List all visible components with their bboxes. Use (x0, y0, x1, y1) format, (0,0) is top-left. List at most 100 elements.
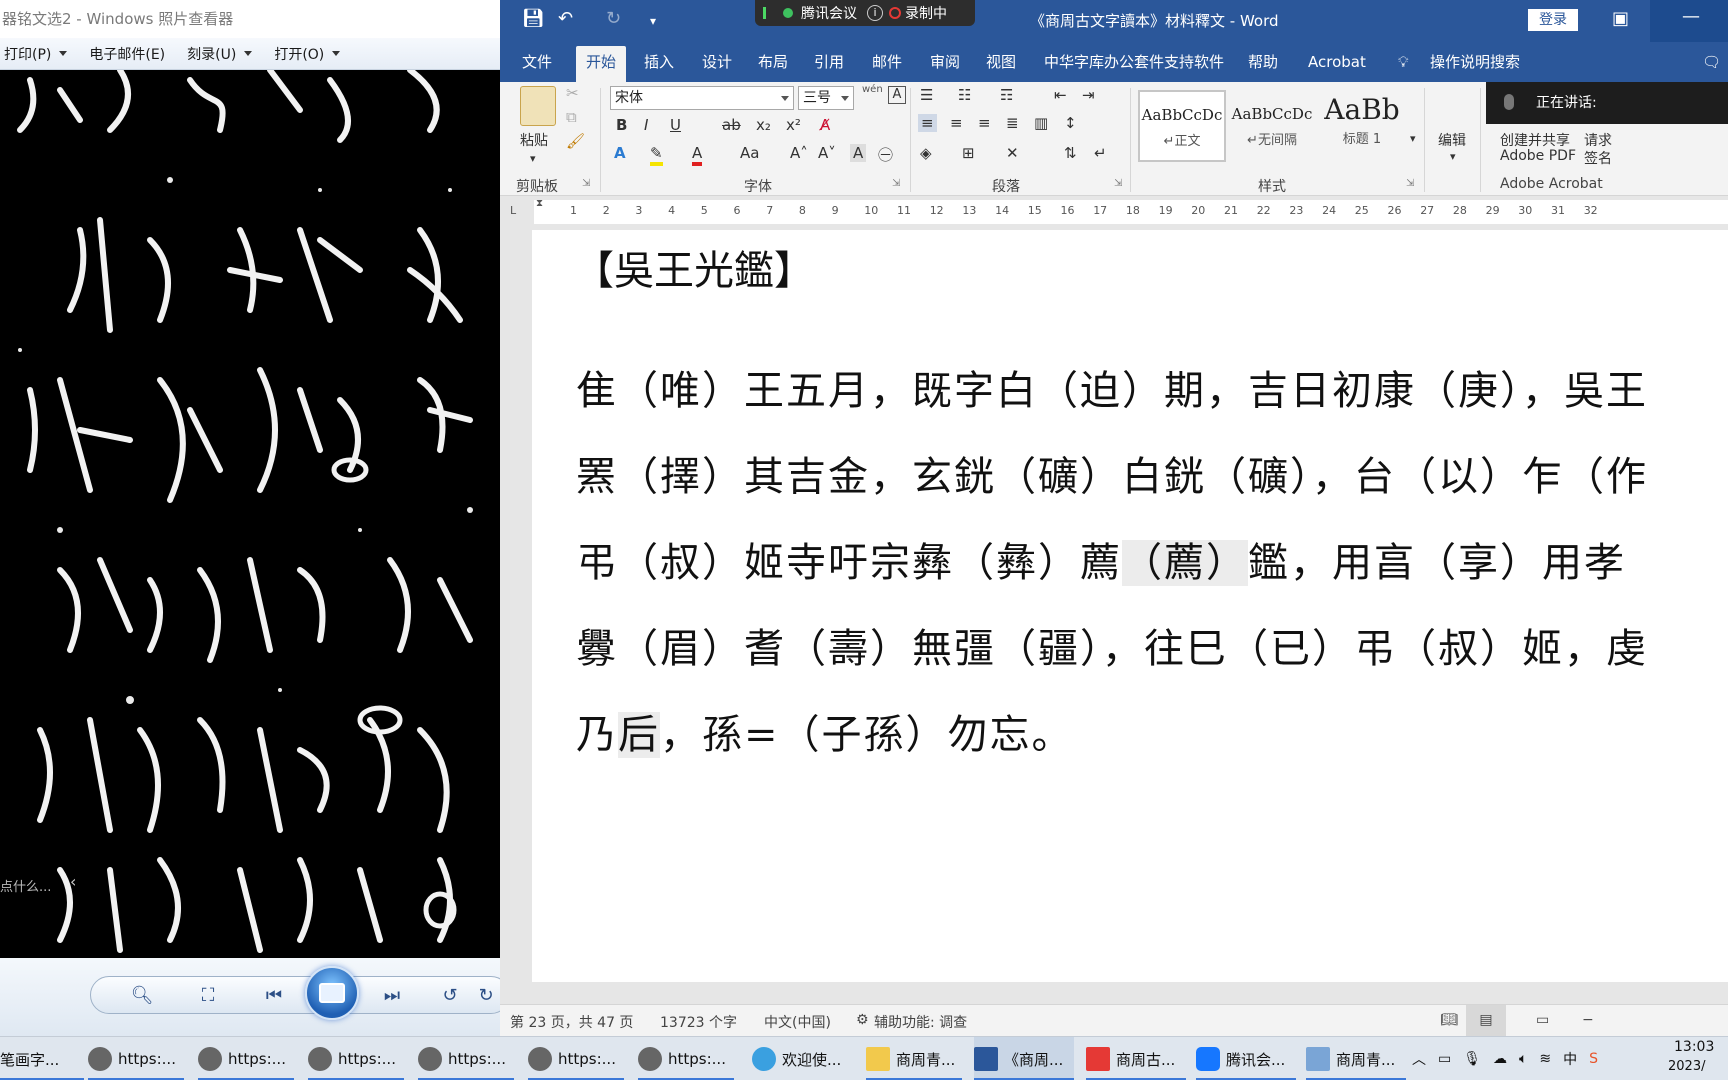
ribbon-display-icon[interactable]: ▣ (1612, 8, 1629, 29)
cloud-icon[interactable]: ☁︎ (1493, 1051, 1507, 1067)
distributed-icon[interactable]: ▥ (1034, 114, 1048, 132)
tab-mailings[interactable]: 邮件 (872, 42, 902, 82)
adobe-pdf-label[interactable]: Adobe PDF (1500, 148, 1576, 164)
multilevel-list-icon[interactable]: ☶ (1000, 86, 1013, 104)
tell-me-search[interactable]: 操作说明搜索 (1430, 42, 1520, 82)
highlight-icon[interactable]: ✎ (650, 144, 663, 166)
grow-font-icon[interactable]: A˄ (790, 144, 808, 162)
zoom-out-icon[interactable]: − (1582, 1012, 1594, 1028)
taskbar-item[interactable]: https:... (198, 1037, 294, 1080)
menu-email[interactable]: 电子邮件(E) (89, 44, 165, 64)
decrease-indent-icon[interactable]: ⇤ (1054, 86, 1067, 104)
microphone-icon[interactable]: 🎙︎ (1463, 1051, 1481, 1067)
taskbar-item[interactable]: 商周古... (1086, 1037, 1186, 1080)
rotate-left-icon[interactable]: ↺ (436, 980, 464, 1010)
menu-open[interactable]: 打开(O) (274, 44, 341, 64)
web-layout-icon[interactable]: ▭ (1536, 1012, 1549, 1028)
document-page[interactable]: 【吳王光鑑】 隹（唯）王五月，既字白（迫）期，吉日初康（庚），吳王 罴（擇）其吉… (532, 230, 1728, 982)
tab-review[interactable]: 审阅 (930, 42, 960, 82)
styles-more-icon[interactable]: ▾ (1410, 132, 1416, 145)
tab-help[interactable]: 帮助 (1248, 42, 1278, 82)
bold-icon[interactable]: B (616, 116, 627, 134)
taskbar-item-word[interactable]: 《商周... (974, 1037, 1074, 1080)
customize-qat-icon[interactable]: ▾ (650, 14, 656, 28)
taskbar-item[interactable]: 商周青... (1306, 1037, 1406, 1080)
battery-icon[interactable]: ▭ (1438, 1051, 1451, 1067)
clock-date[interactable]: 2023/ (1668, 1059, 1705, 1074)
adobe-request-label[interactable]: 请求 (1584, 130, 1612, 150)
enclose-char-icon[interactable]: ㊀ (878, 144, 893, 165)
inscription-rubbing-image[interactable] (0, 70, 500, 958)
next-icon[interactable]: ⏭ (372, 980, 412, 1010)
change-case-icon[interactable]: Aa (740, 144, 759, 162)
taskbar-item[interactable]: 商周青... (866, 1037, 962, 1080)
taskbar-item[interactable]: https:... (308, 1037, 404, 1080)
redo-icon[interactable]: ↻ (606, 8, 621, 29)
menu-print[interactable]: 打印(P) (4, 44, 68, 64)
meeting-indicator[interactable]: 腾讯会议 i 录制中 (755, 0, 975, 26)
document-line[interactable]: 乃后，孫=（子孫）勿忘。 (576, 702, 1074, 760)
numbering-icon[interactable]: ☷ (958, 86, 971, 104)
adobe-create-label[interactable]: 创建并共享 (1500, 130, 1570, 150)
previous-icon[interactable]: ⏮ (254, 980, 294, 1010)
volume-icon[interactable]: 🔈︎ (1519, 1051, 1527, 1067)
tab-design[interactable]: 设计 (702, 42, 732, 82)
taskbar-item[interactable]: https:... (528, 1037, 624, 1080)
taskbar-item[interactable]: 欢迎使... (752, 1037, 848, 1080)
adobe-sign-label[interactable]: 签名 (1584, 148, 1612, 168)
clock-time[interactable]: 13:03 (1674, 1039, 1714, 1055)
italic-icon[interactable]: I (644, 116, 648, 134)
sort-icon[interactable]: ⇅ (1064, 144, 1077, 162)
page-count[interactable]: 第 23 页，共 47 页 (510, 1012, 633, 1032)
paste-button[interactable]: 粘贴 (520, 130, 548, 150)
dialog-launcher-icon[interactable]: ⇲ (1406, 178, 1414, 189)
read-mode-icon[interactable]: 📖︎ (1440, 1012, 1458, 1028)
document-line[interactable]: 弔（叔）姬寺吁宗彝（彝）薦（薦）鑑，用亯（享）用孝 (576, 530, 1626, 588)
font-name-combo[interactable]: 宋体 (610, 86, 794, 110)
accessibility-status[interactable]: 辅助功能: 调查 (874, 1012, 967, 1032)
tab-acrobat[interactable]: Acrobat (1308, 42, 1366, 82)
shading-icon[interactable]: ◈ (920, 144, 932, 162)
underline-icon[interactable]: U (670, 116, 681, 134)
superscript-icon[interactable]: x² (786, 116, 801, 134)
taskbar-item[interactable]: https:... (638, 1037, 734, 1080)
style-normal[interactable]: AaBbCcDc ↵正文 (1138, 90, 1226, 162)
tab-insert[interactable]: 插入 (644, 42, 674, 82)
borders-icon[interactable]: ⊞ (962, 144, 975, 162)
align-left-icon[interactable]: ≡ (918, 114, 937, 132)
font-color-icon[interactable]: A (692, 144, 703, 166)
tab-home[interactable]: 开始 (576, 46, 627, 82)
phonetic-guide-icon[interactable]: wén (862, 84, 883, 95)
document-line[interactable]: 釁（眉）耆（壽）無彊（疆），往巳（已）弔（叔）姬，虔 (576, 616, 1648, 674)
tab-layout[interactable]: 布局 (758, 42, 788, 82)
char-shading-icon[interactable]: A (850, 144, 867, 162)
fit-window-icon[interactable]: ⛶ (194, 980, 222, 1010)
print-layout-icon[interactable]: ▤ (1466, 1005, 1506, 1036)
tab-selector-icon[interactable]: L (510, 204, 516, 217)
dialog-launcher-icon[interactable]: ⇲ (582, 178, 590, 189)
word-count[interactable]: 13723 个字 (660, 1012, 737, 1032)
tab-references[interactable]: 引用 (814, 42, 844, 82)
dialog-launcher-icon[interactable]: ⇲ (1114, 178, 1122, 189)
style-heading-1[interactable]: AaBb 标题 1 (1318, 90, 1406, 162)
document-area[interactable]: 【吳王光鑑】 隹（唯）王五月，既字白（迫）期，吉日初康（庚），吳王 罴（擇）其吉… (500, 230, 1728, 1004)
indent-marker-icon[interactable]: ⧗ (536, 198, 543, 209)
taskbar-item[interactable]: 笔画字... (0, 1037, 84, 1080)
tab-view[interactable]: 视图 (986, 42, 1016, 82)
strikethrough-icon[interactable]: ab (722, 116, 741, 134)
info-icon[interactable]: i (867, 5, 883, 21)
taskbar-item[interactable]: https:... (88, 1037, 184, 1080)
wifi-icon[interactable]: ≋ (1539, 1051, 1551, 1067)
style-no-spacing[interactable]: AaBbCcDc ↵无间隔 (1228, 90, 1316, 162)
clear-formatting-icon[interactable]: A̸ (820, 116, 830, 134)
subscript-icon[interactable]: x₂ (756, 116, 771, 134)
shrink-font-icon[interactable]: A˅ (818, 144, 836, 162)
dialog-launcher-icon[interactable]: ⇲ (892, 178, 900, 189)
bullets-icon[interactable]: ☰ (920, 86, 933, 104)
copy-icon[interactable]: ⧉ (566, 108, 577, 126)
align-center-icon[interactable]: ≡ (950, 114, 963, 132)
language-indicator[interactable]: 中文(中国) (764, 1012, 831, 1032)
align-right-icon[interactable]: ≡ (978, 114, 991, 132)
rotate-right-icon[interactable]: ↻ (474, 980, 498, 1010)
chevron-left-icon[interactable]: ‹ (70, 872, 76, 891)
